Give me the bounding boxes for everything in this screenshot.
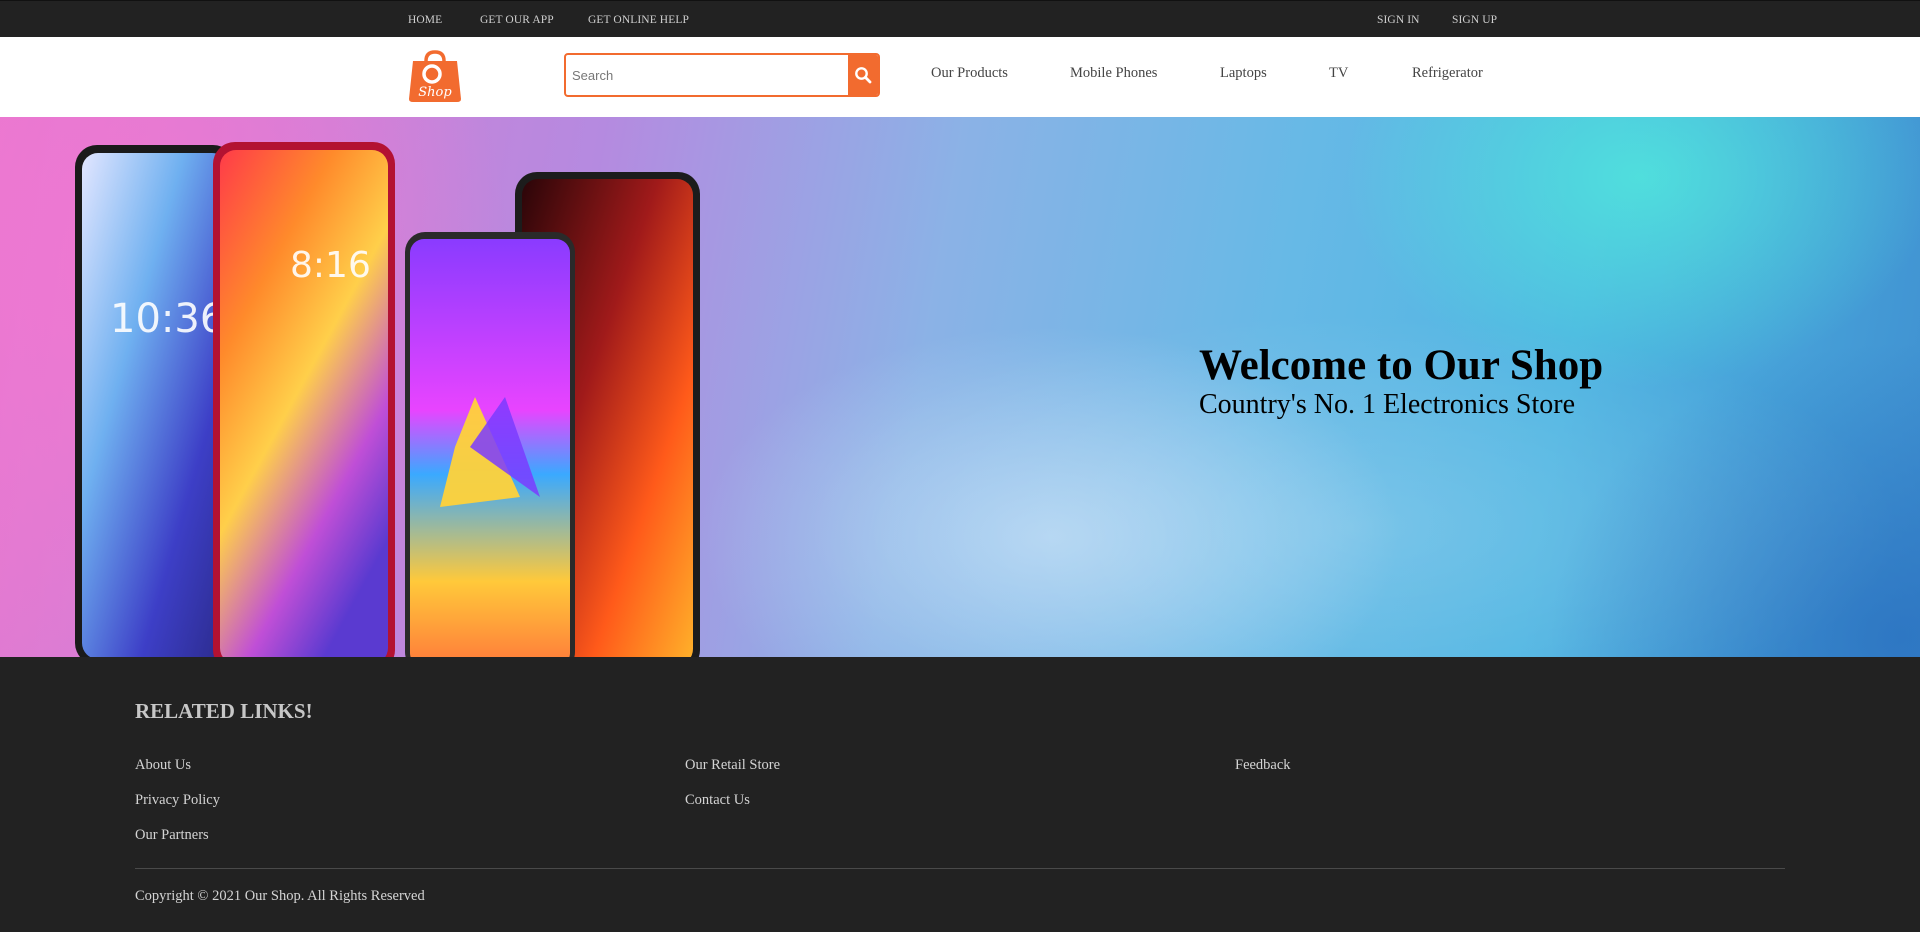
footer-link-feedback[interactable]: Feedback — [1235, 757, 1291, 774]
footer-title: RELATED LINKS! — [135, 699, 313, 723]
search-box — [564, 53, 880, 97]
get-our-app-link[interactable]: GET OUR APP — [480, 14, 554, 26]
footer-link-contact-us[interactable]: Contact Us — [685, 792, 750, 809]
hero-title: Welcome to Our Shop — [1199, 342, 1604, 389]
search-icon — [855, 67, 872, 84]
svg-text:10:36: 10:36 — [110, 296, 225, 342]
nav-laptops[interactable]: Laptops — [1220, 65, 1267, 82]
shop-logo-icon[interactable]: Shop — [407, 47, 463, 103]
hero-subtitle: Country's No. 1 Electronics Store — [1199, 389, 1575, 421]
footer-divider — [135, 868, 1785, 869]
footer-link-our-partners[interactable]: Our Partners — [135, 827, 209, 844]
search-button[interactable] — [848, 55, 878, 95]
get-online-help-link[interactable]: GET ONLINE HELP — [588, 14, 689, 26]
hero-banner: 10:36 8:16 Welcome to Our Shop Country's… — [0, 117, 1920, 657]
footer-link-our-retail-store[interactable]: Our Retail Store — [685, 757, 780, 774]
footer-link-privacy-policy[interactable]: Privacy Policy — [135, 792, 220, 809]
nav-tv[interactable]: TV — [1329, 65, 1348, 82]
svg-text:Shop: Shop — [418, 85, 452, 100]
hero-text: Welcome to Our Shop Country's No. 1 Elec… — [1199, 341, 1603, 421]
main-header: Shop Our Products Mobile Phones Laptops … — [0, 37, 1920, 117]
svg-text:8:16: 8:16 — [290, 245, 371, 286]
footer-link-about-us[interactable]: About Us — [135, 757, 191, 774]
nav-our-products[interactable]: Our Products — [931, 65, 1008, 82]
nav-mobile-phones[interactable]: Mobile Phones — [1070, 65, 1157, 82]
copyright-text: Copyright © 2021 Our Shop. All Rights Re… — [135, 888, 425, 904]
search-input[interactable] — [566, 55, 848, 95]
top-bar: HOME GET OUR APP GET ONLINE HELP SIGN IN… — [0, 0, 1920, 37]
sign-up-link[interactable]: SIGN UP — [1452, 14, 1497, 26]
footer: RELATED LINKS! About Us Privacy Policy O… — [0, 657, 1920, 932]
nav-refrigerator[interactable]: Refrigerator — [1412, 65, 1483, 82]
sign-in-link[interactable]: SIGN IN — [1377, 14, 1420, 26]
hero-background-wave — [700, 277, 1920, 657]
home-link[interactable]: HOME — [408, 14, 442, 26]
phones-image: 10:36 8:16 — [75, 142, 700, 657]
